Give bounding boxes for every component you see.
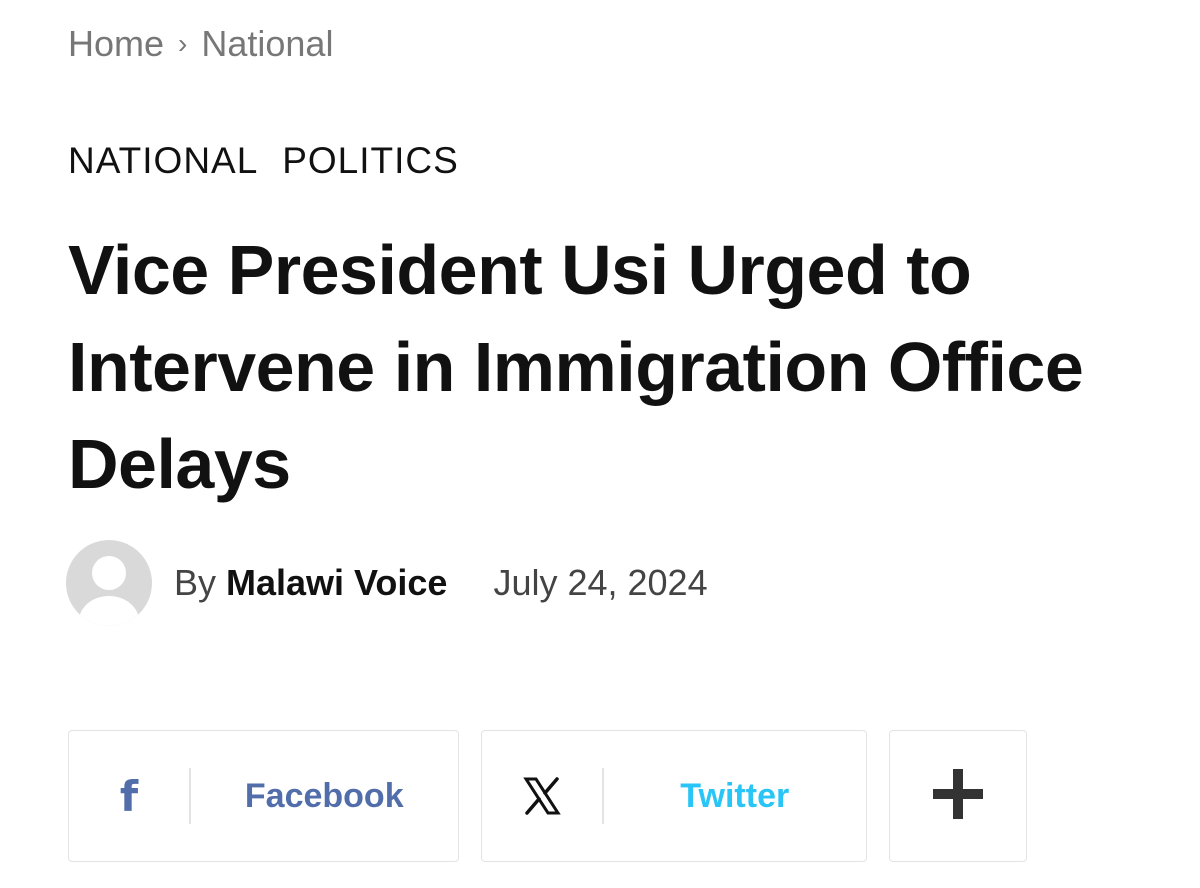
facebook-share-label: Facebook (244, 776, 404, 815)
breadcrumb-national-link[interactable]: National (201, 23, 333, 65)
more-share-button[interactable] (889, 730, 1027, 862)
breadcrumb: Home › National (68, 22, 333, 66)
by-label: By (174, 562, 217, 603)
breadcrumb-separator: › (178, 28, 188, 59)
avatar-head-shape (92, 556, 126, 590)
breadcrumb-home-link[interactable]: Home (68, 23, 164, 65)
x-icon (482, 776, 602, 816)
article-meta: By Malawi Voice July 24, 2024 (66, 540, 708, 626)
category-politics[interactable]: POLITICS (282, 140, 459, 181)
twitter-share-button[interactable]: Twitter (481, 730, 867, 862)
avatar-body-shape (79, 596, 139, 626)
author-avatar[interactable] (66, 540, 152, 626)
facebook-icon: f (119, 771, 139, 821)
plus-icon (931, 767, 985, 826)
article-title: Vice President Usi Urged to Intervene in… (68, 231, 1084, 503)
publish-date: July 24, 2024 (493, 562, 708, 603)
category-national[interactable]: NATIONAL (68, 140, 257, 181)
twitter-share-label: Twitter (680, 776, 790, 815)
article-categories: NATIONAL POLITICS (68, 140, 459, 182)
facebook-share-button[interactable]: f Facebook (68, 730, 459, 862)
author-name-link[interactable]: Malawi Voice (226, 562, 447, 604)
